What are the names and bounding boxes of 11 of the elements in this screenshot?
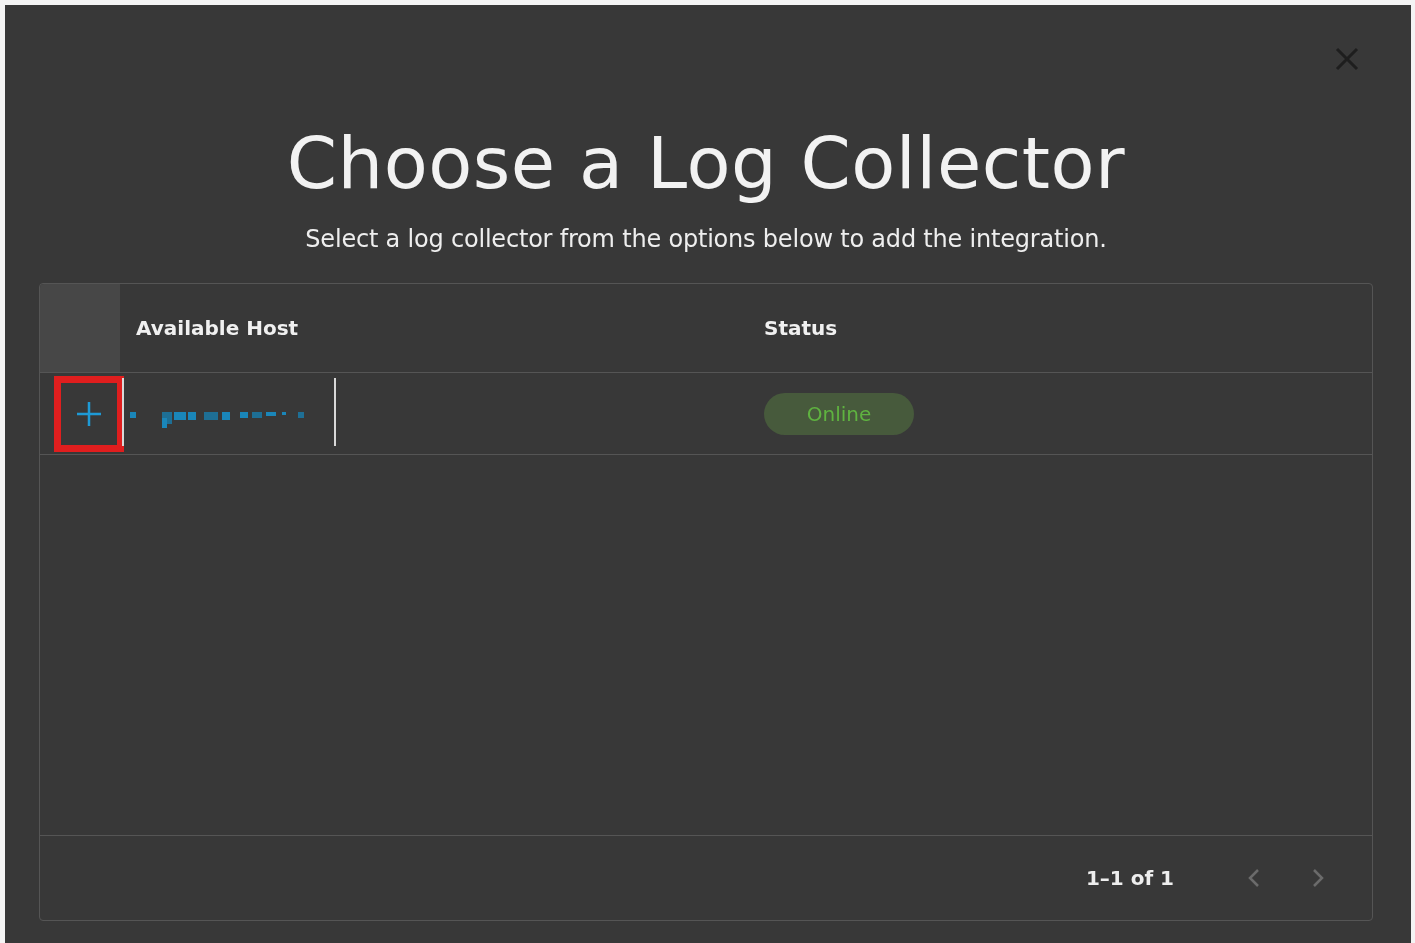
dialog-title: Choose a Log Collector xyxy=(285,123,1127,203)
column-header: Available Host xyxy=(135,315,300,342)
column-header: Status xyxy=(763,315,839,342)
pagination-range: 1–1 of 1 xyxy=(1085,866,1174,890)
status-badge: Online xyxy=(764,392,914,435)
close-icon xyxy=(1335,47,1359,71)
chevron-right-icon xyxy=(1312,868,1324,888)
add-button[interactable] xyxy=(54,375,124,452)
plus-icon xyxy=(76,400,102,427)
dialog-subtitle: Select a log collector from the options below to add the integration. xyxy=(304,225,1108,253)
chevron-left-icon xyxy=(1248,868,1260,888)
